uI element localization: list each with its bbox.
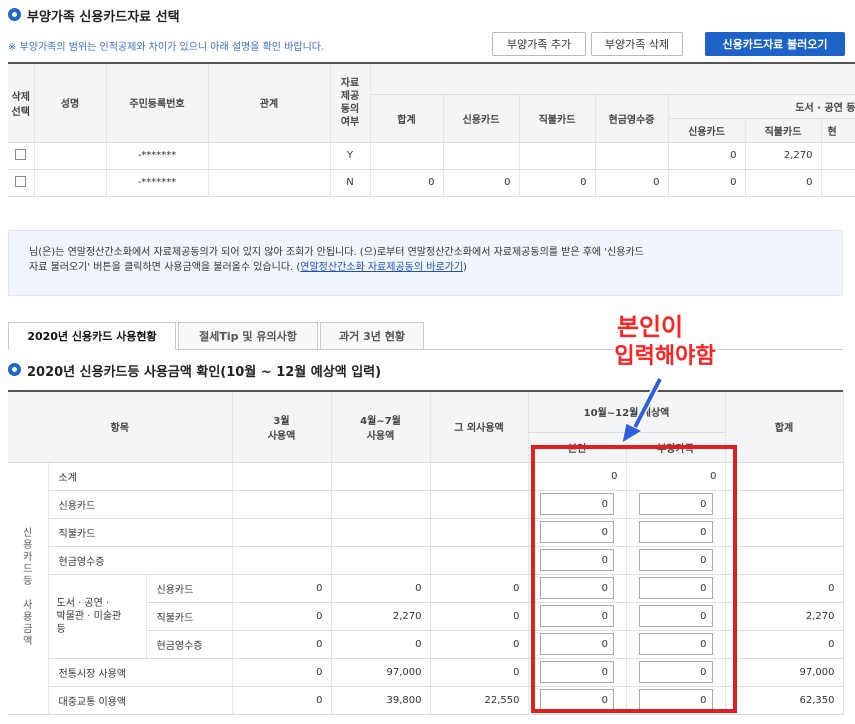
consent-link[interactable]: 연말정산간소화 자료제공동의 바로가기 <box>300 262 463 273</box>
notice-text: ※ 부양가족의 범위는 인적공제와 차이가 있으니 아래 설명을 확인 바랍니다… <box>8 42 325 53</box>
col-relation: 관계 <box>208 64 331 143</box>
col-cash: 현금영수증 <box>595 94 669 143</box>
row-label: 대중교통 이용액 <box>48 686 233 715</box>
consent-cell: Y <box>330 142 371 170</box>
highlight-box <box>531 445 737 713</box>
load-card-data-button[interactable]: 신용카드자료 불러오기 <box>705 32 845 56</box>
books-label: 도서 · 공연 · 박물관 · 미술관 등 <box>48 574 147 659</box>
rrn-cell: -******* <box>106 142 209 170</box>
add-dependent-button[interactable]: 부양가족 추가 <box>492 32 586 56</box>
row-label: 직불카드 <box>146 602 233 631</box>
col-books-credit: 신용카드 <box>668 118 746 143</box>
col-name: 성명 <box>34 64 107 143</box>
section-bullet-icon <box>8 363 21 376</box>
row-label: 소계 <box>48 462 233 491</box>
rrn-cell: -******* <box>106 169 209 197</box>
row-label: 신용카드 <box>146 574 233 603</box>
tab-tips[interactable]: 절세Tip 및 유의사항 <box>178 322 318 350</box>
info-line2: 자료 불러오기' 버튼을 클릭하면 사용금액을 불러올수 있습니다. ( <box>29 262 301 273</box>
col-books-debit: 직불카드 <box>745 118 822 143</box>
side-category-label: 신 용 카 드 등 사 용 금 액 <box>8 462 49 715</box>
row-label: 전통시장 사용액 <box>48 658 233 687</box>
consent-cell: N <box>330 169 371 197</box>
col-books-group: 도서 · 공연 등 <box>668 94 855 119</box>
row-checkbox[interactable] <box>15 148 27 160</box>
row-label: 직불카드 <box>48 518 233 547</box>
col-delete-select: 삭제 선택 <box>8 64 35 143</box>
col-debit: 직불카드 <box>519 94 596 143</box>
col-other: 그 외사용액 <box>430 392 529 463</box>
col-books-cash: 현 <box>821 118 855 143</box>
row-label: 신용카드 <box>48 490 233 519</box>
col-amount-group <box>370 64 855 95</box>
section2-title: 2020년 신용카드등 사용금액 확인(10월 ~ 12월 예상액 입력) <box>27 365 382 380</box>
col-rrn: 주민등록번호 <box>106 64 209 143</box>
info-line1: 님(은)는 연말정산간소화에서 자료제공동의가 되어 있지 않아 조회가 안됩니… <box>29 247 644 258</box>
row-checkbox[interactable] <box>15 175 27 187</box>
col-credit: 신용카드 <box>443 94 520 143</box>
dependents-table: 삭제 선택 성명 주민등록번호 관계 자료 제공 동의 여부 합계 신용카드 직… <box>8 64 855 197</box>
section-bullet-icon <box>8 8 21 21</box>
col-total: 합계 <box>725 392 844 463</box>
table-row: -******* N 0 0 0 0 0 0 <box>8 169 855 197</box>
tab-usage-2020[interactable]: 2020년 신용카드 사용현황 <box>8 322 176 350</box>
annotation-arrow-icon <box>621 377 664 445</box>
row-label: 현금영수증 <box>146 630 233 659</box>
col-consent: 자료 제공 동의 여부 <box>330 64 371 143</box>
section-title: 부양가족 신용카드자료 선택 <box>27 10 180 25</box>
row-label: 현금영수증 <box>48 546 233 575</box>
table-row: -******* Y 0 2,270 <box>8 142 855 170</box>
col-march: 3월 사용액 <box>232 392 332 463</box>
col-total: 합계 <box>370 94 444 143</box>
delete-dependent-button[interactable]: 부양가족 삭제 <box>591 32 683 56</box>
tab-past-3years[interactable]: 과거 3년 현황 <box>320 322 424 350</box>
info-box: 님(은)는 연말정산간소화에서 자료제공동의가 되어 있지 않아 조회가 안됩니… <box>8 230 843 296</box>
annotation-line1: 본인이 <box>616 313 684 341</box>
col-apr-jul: 4월~7월 사용액 <box>331 392 431 463</box>
annotation-line2: 입력해야함 <box>614 344 716 369</box>
col-item: 항목 <box>8 392 233 463</box>
